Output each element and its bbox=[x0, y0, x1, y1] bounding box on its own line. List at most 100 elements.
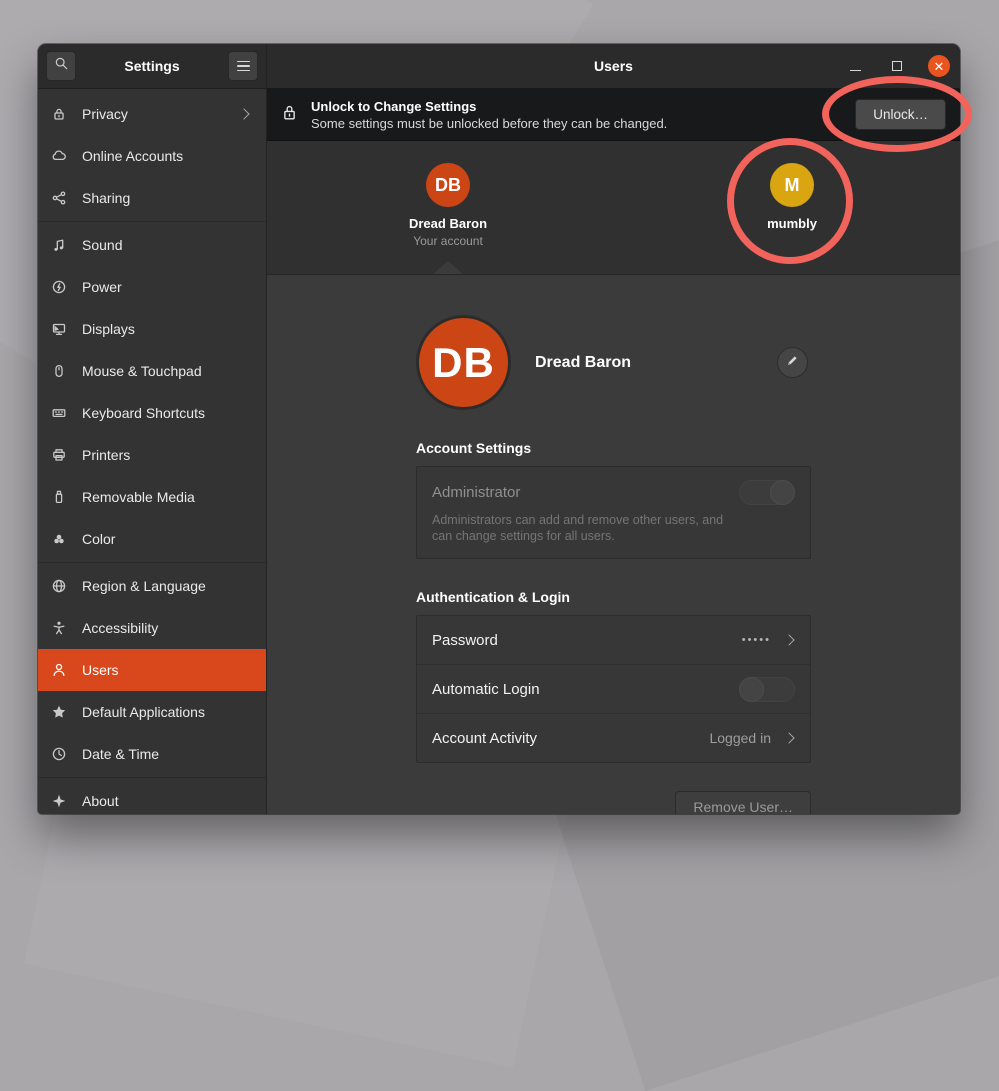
user-subtitle: Your account bbox=[368, 234, 528, 248]
sidebar-separator bbox=[38, 777, 266, 778]
sidebar-item-privacy[interactable]: Privacy bbox=[38, 93, 266, 135]
clock-icon bbox=[50, 746, 68, 762]
sidebar-item-label: Sound bbox=[82, 237, 122, 253]
maximize-button[interactable] bbox=[886, 55, 908, 77]
profile-row: DB Dread Baron bbox=[416, 315, 811, 410]
sidebar-item-sound[interactable]: Sound bbox=[38, 224, 266, 266]
banner-text: Unlock to Change Settings Some settings … bbox=[311, 99, 667, 131]
carousel-user-dread-baron[interactable]: DB Dread Baron Your account bbox=[368, 163, 528, 248]
sidebar-item-mouse-touchpad[interactable]: Mouse & Touchpad bbox=[38, 350, 266, 392]
sidebar-item-label: Region & Language bbox=[82, 578, 206, 594]
administrator-label: Administrator bbox=[432, 484, 520, 501]
globe-icon bbox=[50, 578, 68, 594]
sidebar-item-label: Accessibility bbox=[82, 620, 158, 636]
auth-box: Password ••••• Automatic Login Account A… bbox=[416, 615, 811, 763]
printer-icon bbox=[50, 447, 68, 463]
password-row[interactable]: Password ••••• bbox=[417, 616, 810, 664]
sidebar-item-printers[interactable]: Printers bbox=[38, 434, 266, 476]
sidebar-item-label: Mouse & Touchpad bbox=[82, 363, 202, 379]
lock-icon bbox=[281, 103, 298, 127]
administrator-row: Administrator Administrators can add and… bbox=[417, 467, 810, 558]
avatar-initials: DB bbox=[432, 339, 495, 387]
toggle-knob bbox=[770, 480, 795, 505]
sidebar-item-label: Color bbox=[82, 531, 115, 547]
accessibility-icon bbox=[50, 620, 68, 636]
app-title: Settings bbox=[76, 58, 228, 74]
account-settings-heading: Account Settings bbox=[416, 440, 811, 456]
remove-user-button[interactable]: Remove User… bbox=[675, 791, 811, 814]
automatic-login-label: Automatic Login bbox=[432, 681, 540, 698]
sidebar-item-power[interactable]: Power bbox=[38, 266, 266, 308]
sparkle-icon bbox=[50, 793, 68, 809]
sidebar-item-label: Removable Media bbox=[82, 489, 195, 505]
profile-avatar[interactable]: DB bbox=[416, 315, 511, 410]
sidebar-item-label: Keyboard Shortcuts bbox=[82, 405, 205, 421]
sidebar-item-default-applications[interactable]: Default Applications bbox=[38, 691, 266, 733]
banner-subtitle: Some settings must be unlocked before th… bbox=[311, 116, 667, 131]
window-controls: ✕ bbox=[844, 55, 950, 77]
sidebar-nav: Privacy Online Accounts Sharing Sound Po… bbox=[38, 89, 266, 814]
close-icon: ✕ bbox=[934, 60, 945, 73]
star-icon bbox=[50, 704, 68, 720]
sidebar-item-date-time[interactable]: Date & Time bbox=[38, 733, 266, 775]
toggle-knob bbox=[739, 677, 764, 702]
administrator-description: Administrators can add and remove other … bbox=[432, 513, 732, 544]
sidebar-item-sharing[interactable]: Sharing bbox=[38, 177, 266, 219]
avatar: DB bbox=[426, 163, 470, 207]
search-icon bbox=[54, 56, 69, 76]
sidebar-item-label: Online Accounts bbox=[82, 148, 183, 164]
automatic-login-row: Automatic Login bbox=[417, 664, 810, 713]
usb-drive-icon bbox=[50, 489, 68, 505]
chevron-right-icon bbox=[238, 108, 249, 119]
sidebar-item-removable-media[interactable]: Removable Media bbox=[38, 476, 266, 518]
sidebar-item-label: Printers bbox=[82, 447, 130, 463]
chevron-right-icon bbox=[783, 733, 794, 744]
automatic-login-toggle[interactable] bbox=[739, 677, 795, 702]
administrator-toggle[interactable] bbox=[739, 480, 795, 505]
account-activity-row[interactable]: Account Activity Logged in bbox=[417, 713, 810, 762]
sidebar-item-online-accounts[interactable]: Online Accounts bbox=[38, 135, 266, 177]
chevron-right-icon bbox=[783, 635, 794, 646]
sidebar-item-region-language[interactable]: Region & Language bbox=[38, 565, 266, 607]
sidebar-item-accessibility[interactable]: Accessibility bbox=[38, 607, 266, 649]
sidebar-item-displays[interactable]: Displays bbox=[38, 308, 266, 350]
user-name: Dread Baron bbox=[368, 216, 528, 231]
sidebar-item-label: Displays bbox=[82, 321, 135, 337]
power-icon bbox=[50, 279, 68, 295]
sidebar-item-label: Default Applications bbox=[82, 704, 205, 720]
selected-user-pointer bbox=[433, 261, 463, 274]
sidebar-header: Settings bbox=[38, 44, 266, 89]
minimize-icon bbox=[850, 70, 861, 71]
share-icon bbox=[50, 190, 68, 206]
keyboard-icon bbox=[50, 405, 68, 421]
user-carousel: DB Dread Baron Your account M mumbly bbox=[267, 141, 960, 275]
sidebar-item-users[interactable]: Users bbox=[38, 649, 266, 691]
search-button[interactable] bbox=[46, 51, 76, 81]
password-label: Password bbox=[432, 632, 498, 649]
password-value: ••••• bbox=[742, 634, 771, 646]
music-note-icon bbox=[50, 237, 68, 253]
sidebar-item-label: Sharing bbox=[82, 190, 130, 206]
account-activity-label: Account Activity bbox=[432, 730, 537, 747]
minimize-button[interactable] bbox=[844, 55, 866, 77]
annotation-circle-unlock bbox=[822, 76, 972, 152]
sidebar-item-keyboard-shortcuts[interactable]: Keyboard Shortcuts bbox=[38, 392, 266, 434]
account-settings-box: Administrator Administrators can add and… bbox=[416, 466, 811, 559]
sidebar-separator bbox=[38, 562, 266, 563]
sidebar: Settings Privacy Online Accounts Sharing bbox=[38, 44, 267, 814]
profile-name: Dread Baron bbox=[535, 354, 631, 372]
display-icon bbox=[50, 321, 68, 337]
mouse-icon bbox=[50, 363, 68, 379]
close-button[interactable]: ✕ bbox=[928, 55, 950, 77]
auth-heading: Authentication & Login bbox=[416, 589, 811, 605]
sidebar-item-label: Date & Time bbox=[82, 746, 159, 762]
menu-button[interactable] bbox=[228, 51, 258, 81]
sidebar-item-color[interactable]: Color bbox=[38, 518, 266, 560]
color-profile-icon bbox=[50, 531, 68, 547]
sidebar-item-about[interactable]: About bbox=[38, 780, 266, 814]
user-detail: DB Dread Baron Account Settings Administ… bbox=[267, 275, 960, 814]
sidebar-separator bbox=[38, 221, 266, 222]
cloud-icon bbox=[50, 148, 68, 164]
account-activity-value: Logged in bbox=[709, 730, 771, 746]
rename-button[interactable] bbox=[777, 347, 808, 378]
